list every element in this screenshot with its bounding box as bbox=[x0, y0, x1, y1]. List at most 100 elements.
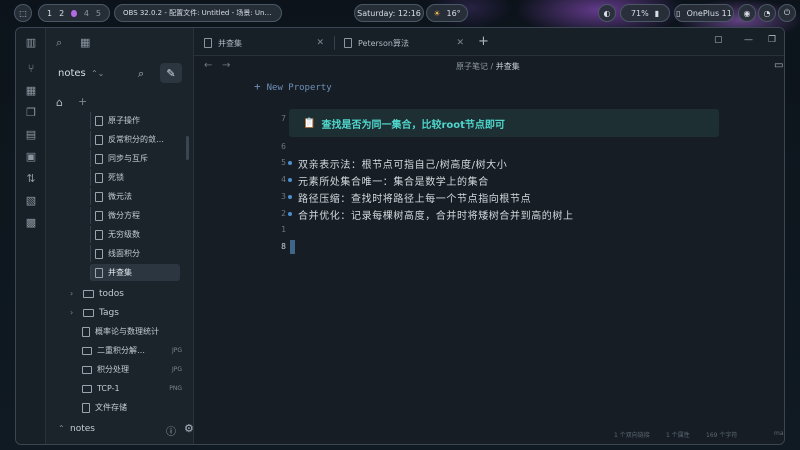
tab[interactable]: Peterson算法 ✕ bbox=[338, 34, 470, 52]
forward-arrow-icon[interactable]: → bbox=[222, 60, 230, 71]
file-label: 微分方程 bbox=[108, 211, 140, 220]
add-icon[interactable]: + bbox=[78, 95, 87, 108]
breadcrumb-separator: / bbox=[488, 62, 496, 71]
back-arrow-icon[interactable]: ← bbox=[204, 60, 212, 71]
kdeconnect-device[interactable]: ▯ OnePlus 11 bbox=[674, 4, 734, 22]
workspace-5[interactable]: 5 bbox=[96, 9, 101, 18]
folder-label: todos bbox=[99, 288, 124, 299]
battery[interactable]: 71% ▮ bbox=[620, 4, 670, 22]
network-icon[interactable]: ◉ bbox=[738, 4, 756, 22]
vault-name: notes bbox=[58, 68, 86, 79]
nav-header: ← → 原子笔记 / 并查集 ▭ ⋮ bbox=[194, 56, 784, 76]
file-item[interactable]: 原子操作 bbox=[90, 112, 180, 129]
file-item-active[interactable]: 并查集 bbox=[90, 264, 180, 281]
file-label: 概率论与数理统计 bbox=[95, 327, 159, 336]
status-properties[interactable]: 1 个属性 bbox=[666, 430, 690, 439]
maximize-icon[interactable]: ❐ bbox=[768, 35, 776, 45]
launcher-icon[interactable]: ⬚ bbox=[14, 4, 32, 22]
bullet-item[interactable]: 路径压缩：查找时将路径上每一个节点指向根节点 bbox=[287, 190, 531, 205]
clock[interactable]: Saturday: 12:16 bbox=[354, 4, 424, 22]
status-branch[interactable]: main bbox=[774, 430, 784, 437]
sun-icon: ☀ bbox=[433, 8, 441, 18]
file-item[interactable]: 线面积分 bbox=[90, 245, 180, 262]
terminal-icon[interactable]: ▣ bbox=[24, 150, 38, 164]
tab-label: 并查集 bbox=[218, 38, 242, 48]
root-file-item[interactable]: 概率论与数理统计 bbox=[82, 323, 186, 340]
tab-list-icon[interactable]: ▢ bbox=[714, 35, 723, 45]
breadcrumb: 原子笔记 / 并查集 bbox=[456, 61, 520, 72]
new-property-button[interactable]: + New Property bbox=[254, 80, 332, 93]
close-icon[interactable]: ✕ bbox=[316, 38, 324, 48]
root-file-item[interactable]: 积分处理 JPG bbox=[82, 361, 186, 378]
file-explorer: ⌕ ▦ notes ⌃⌄ ⌕ ✎ ⌂ + 原子操作 反常积分的敛… 同步与互斥 … bbox=[46, 28, 194, 444]
tab-divider bbox=[334, 36, 335, 50]
edit-icon: ✎ bbox=[166, 66, 176, 80]
graph-view-icon[interactable]: ⑂ bbox=[24, 62, 38, 76]
tab-active[interactable]: 并查集 ✕ bbox=[198, 34, 330, 52]
weather[interactable]: ☀ 16° bbox=[426, 4, 468, 22]
bookmarks-icon[interactable]: ▦ bbox=[80, 36, 90, 49]
file-item[interactable]: 微元法 bbox=[90, 188, 180, 205]
workspace-switcher[interactable]: 1 2 4 5 bbox=[38, 4, 110, 22]
new-note-button[interactable]: ✎ bbox=[160, 63, 182, 83]
root-file-item[interactable]: TCP-1 PNG bbox=[82, 380, 186, 397]
close-icon[interactable]: ✕ bbox=[456, 38, 464, 48]
tray-app-icon[interactable]: ◐ bbox=[598, 4, 616, 22]
search-icon[interactable]: ⌕ bbox=[138, 67, 144, 81]
new-property-label: New Property bbox=[266, 83, 332, 93]
file-label: 线面积分 bbox=[108, 249, 140, 258]
status-backlinks[interactable]: 1 个双向链接 bbox=[614, 430, 650, 439]
help-icon[interactable]: ⓘ bbox=[166, 423, 176, 438]
chevron-updown-icon[interactable]: ⌃ bbox=[58, 424, 65, 433]
minimize-icon[interactable]: — bbox=[744, 35, 753, 45]
ribbon: ▥ ⑂ ▦ ❐ ▤ ▣ ⇅ ▧ ▩ bbox=[16, 28, 46, 444]
root-file-item[interactable]: 文件存储 bbox=[82, 399, 186, 416]
workspace-active-dot[interactable] bbox=[71, 9, 77, 17]
clipboard-icon: 📋 bbox=[303, 117, 316, 129]
workspace-1[interactable]: 1 bbox=[47, 9, 52, 18]
file-item[interactable]: 微分方程 bbox=[90, 207, 180, 224]
git-icon[interactable]: ⇅ bbox=[24, 172, 38, 186]
sidebar-toggle-icon[interactable]: ▥ bbox=[24, 36, 38, 50]
footer-vault-name[interactable]: notes bbox=[70, 424, 95, 434]
reading-view-icon[interactable]: ▭ bbox=[774, 60, 783, 71]
sidebar-scrollbar[interactable] bbox=[186, 136, 189, 160]
file-label: 微元法 bbox=[108, 192, 132, 201]
file-icon bbox=[95, 115, 103, 126]
home-icon[interactable]: ⌂ bbox=[56, 96, 63, 109]
workspace-2[interactable]: 2 bbox=[59, 9, 64, 18]
folder-tags[interactable]: › Tags bbox=[70, 304, 119, 321]
file-icon[interactable]: ▤ bbox=[24, 128, 38, 142]
file-icon bbox=[95, 229, 103, 240]
gear-icon[interactable]: ⚙ bbox=[184, 422, 194, 435]
file-item[interactable]: 反常积分的敛… bbox=[90, 131, 180, 148]
breadcrumb-current[interactable]: 并查集 bbox=[496, 62, 520, 71]
canvas-icon[interactable]: ▦ bbox=[24, 84, 38, 98]
bullet-item[interactable]: 双亲表示法：根节点可指自己/树高度/树大小 bbox=[287, 156, 507, 171]
template-icon[interactable]: ▧ bbox=[24, 194, 38, 208]
plus-icon: + bbox=[254, 80, 261, 93]
breadcrumb-parent[interactable]: 原子笔记 bbox=[456, 62, 488, 71]
folder-todos[interactable]: › todos bbox=[70, 285, 124, 302]
search-icon[interactable]: ⌕ bbox=[56, 36, 62, 50]
workspace-4[interactable]: 4 bbox=[84, 9, 89, 18]
bullet-item[interactable]: 元素所处集合唯一：集合是数学上的集合 bbox=[288, 173, 489, 188]
file-icon bbox=[95, 134, 103, 145]
file-icon bbox=[95, 153, 103, 164]
file-icon bbox=[95, 191, 103, 202]
file-item[interactable]: 死锁 bbox=[90, 169, 180, 186]
power-icon[interactable]: ⏻ bbox=[778, 4, 796, 22]
file-item[interactable]: 同步与互斥 bbox=[90, 150, 180, 167]
copy-icon[interactable]: ❐ bbox=[24, 106, 38, 120]
calendar-icon[interactable]: ▩ bbox=[24, 216, 38, 230]
volume-icon[interactable]: ◔ bbox=[758, 4, 776, 22]
file-icon bbox=[95, 248, 103, 259]
callout-block[interactable]: 📋 查找是否为同一集合，比较root节点即可 bbox=[289, 109, 719, 137]
editor[interactable]: + New Property 7 📋 查找是否为同一集合，比较root节点即可 6… bbox=[194, 76, 784, 426]
sidebar-footer: ⌃ notes ⓘ ⚙ bbox=[46, 422, 194, 438]
bullet-item[interactable]: 合并优化：记录每棵树高度，合并时将矮树合并到高的树上 bbox=[288, 207, 574, 222]
file-item[interactable]: 无穷级数 bbox=[90, 226, 180, 243]
root-file-item[interactable]: 二重积分解… JPG bbox=[82, 342, 186, 359]
vault-switcher[interactable]: notes ⌃⌄ bbox=[58, 68, 104, 79]
new-tab-icon[interactable]: + bbox=[478, 34, 489, 49]
